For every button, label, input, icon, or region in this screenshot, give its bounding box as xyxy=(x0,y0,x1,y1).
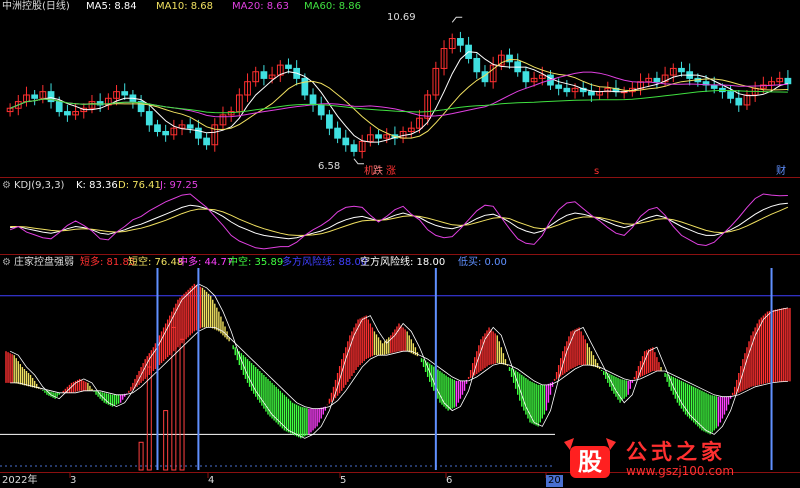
candle-body xyxy=(309,94,317,106)
panel-divider xyxy=(0,177,800,178)
candle-body xyxy=(145,111,153,126)
zj-short-bull-label: 短多: 81.85 xyxy=(80,257,136,268)
kdj-title: KDJ(9,3,3) xyxy=(14,180,65,191)
candle-body xyxy=(64,111,71,116)
high-price-label: 10.69 xyxy=(387,12,416,23)
candle-body xyxy=(186,124,194,129)
candle-body xyxy=(195,127,202,139)
candle-body xyxy=(735,97,743,106)
ma20-label: MA20: 8.63 xyxy=(232,1,290,12)
zj-mid-bear-label: 中空: 35.89 xyxy=(228,257,284,268)
candle-body xyxy=(326,114,333,129)
kdj-line-k xyxy=(10,202,788,240)
chart-stage xyxy=(0,16,800,478)
candle-body xyxy=(563,87,571,93)
candle-body xyxy=(473,57,481,73)
x-tick-label: 5 xyxy=(340,475,347,486)
short-line xyxy=(9,283,788,439)
zj-gear-icon[interactable]: ⚙ xyxy=(2,257,11,269)
ma-line-ma5 xyxy=(9,51,789,143)
watermark-logo-icon: 股 xyxy=(564,438,616,478)
candle-body xyxy=(154,124,161,132)
x-tick-label: 6 xyxy=(446,475,453,486)
candle-body xyxy=(710,84,718,89)
candle-body xyxy=(162,130,170,136)
low-pointer xyxy=(353,158,364,165)
candle-body xyxy=(301,77,309,96)
candle-body xyxy=(588,91,595,96)
low-price-label: 6.58 xyxy=(318,161,341,172)
kdj-k-label: K: 83.36 xyxy=(76,180,118,191)
price-panel xyxy=(6,16,792,165)
candle-body xyxy=(375,134,382,139)
candle-body xyxy=(727,91,734,99)
svg-text:股: 股 xyxy=(578,448,602,476)
candle-body xyxy=(653,77,661,83)
ma60-label: MA60: 8.86 xyxy=(304,1,362,12)
x-tick-label: 2022年 xyxy=(2,475,38,486)
kdj-line-j xyxy=(9,193,788,250)
low-bar xyxy=(163,410,169,471)
candle-body xyxy=(260,71,268,79)
candle-body xyxy=(350,144,358,152)
x-tick-label: 3 xyxy=(70,475,77,486)
kdj-d-label: D: 76.41 xyxy=(118,180,161,191)
event-marker: s xyxy=(594,166,600,177)
low-bar xyxy=(179,338,185,471)
kdj-j-label: J: 97.25 xyxy=(160,180,199,191)
candle-body xyxy=(522,71,530,83)
event-marker: 涨 xyxy=(386,166,396,177)
watermark: 股 公式之家 www.gszj100.com xyxy=(560,436,796,480)
candle-body xyxy=(31,94,39,99)
candle-body xyxy=(457,38,464,46)
ma5-label: MA5: 8.84 xyxy=(86,1,137,12)
candle-body xyxy=(334,127,341,139)
kdj-panel xyxy=(9,193,789,250)
candle-body xyxy=(342,137,350,146)
zj-bear-risk-label: 空方风险线: 18.00 xyxy=(360,257,446,268)
zj-bull-risk-label: 多方风险线: 88.00 xyxy=(282,257,368,268)
chart-title: 中洲控股(日线) xyxy=(2,1,70,12)
kdj-gear-icon[interactable]: ⚙ xyxy=(2,180,11,192)
event-marker: 财 xyxy=(776,166,786,177)
candle-body xyxy=(555,84,563,89)
zj-mid-bull-label: 中多: 44.77 xyxy=(178,257,234,268)
candle-body xyxy=(203,137,210,146)
candle-body xyxy=(285,64,292,69)
candle-body xyxy=(55,101,63,113)
x-tick-label: 4 xyxy=(208,475,215,486)
watermark-text: 公式之家 xyxy=(626,440,726,464)
zj-title: 庄家控盘强弱 xyxy=(14,257,74,268)
event-marker: 跌 xyxy=(373,166,383,177)
panel-divider xyxy=(0,254,800,255)
candle-body xyxy=(678,67,685,73)
ma10-label: MA10: 8.68 xyxy=(156,1,214,12)
candle-body xyxy=(784,77,792,85)
candle-body xyxy=(317,104,325,116)
low-bar xyxy=(146,366,152,471)
high-pointer xyxy=(451,16,463,23)
zj-low-buy-label: 低买: 0.00 xyxy=(458,257,507,268)
zj-short-bear-label: 短空: 76.48 xyxy=(128,257,184,268)
watermark-url: www.gszj100.com xyxy=(626,464,735,478)
candle-body xyxy=(121,91,129,96)
